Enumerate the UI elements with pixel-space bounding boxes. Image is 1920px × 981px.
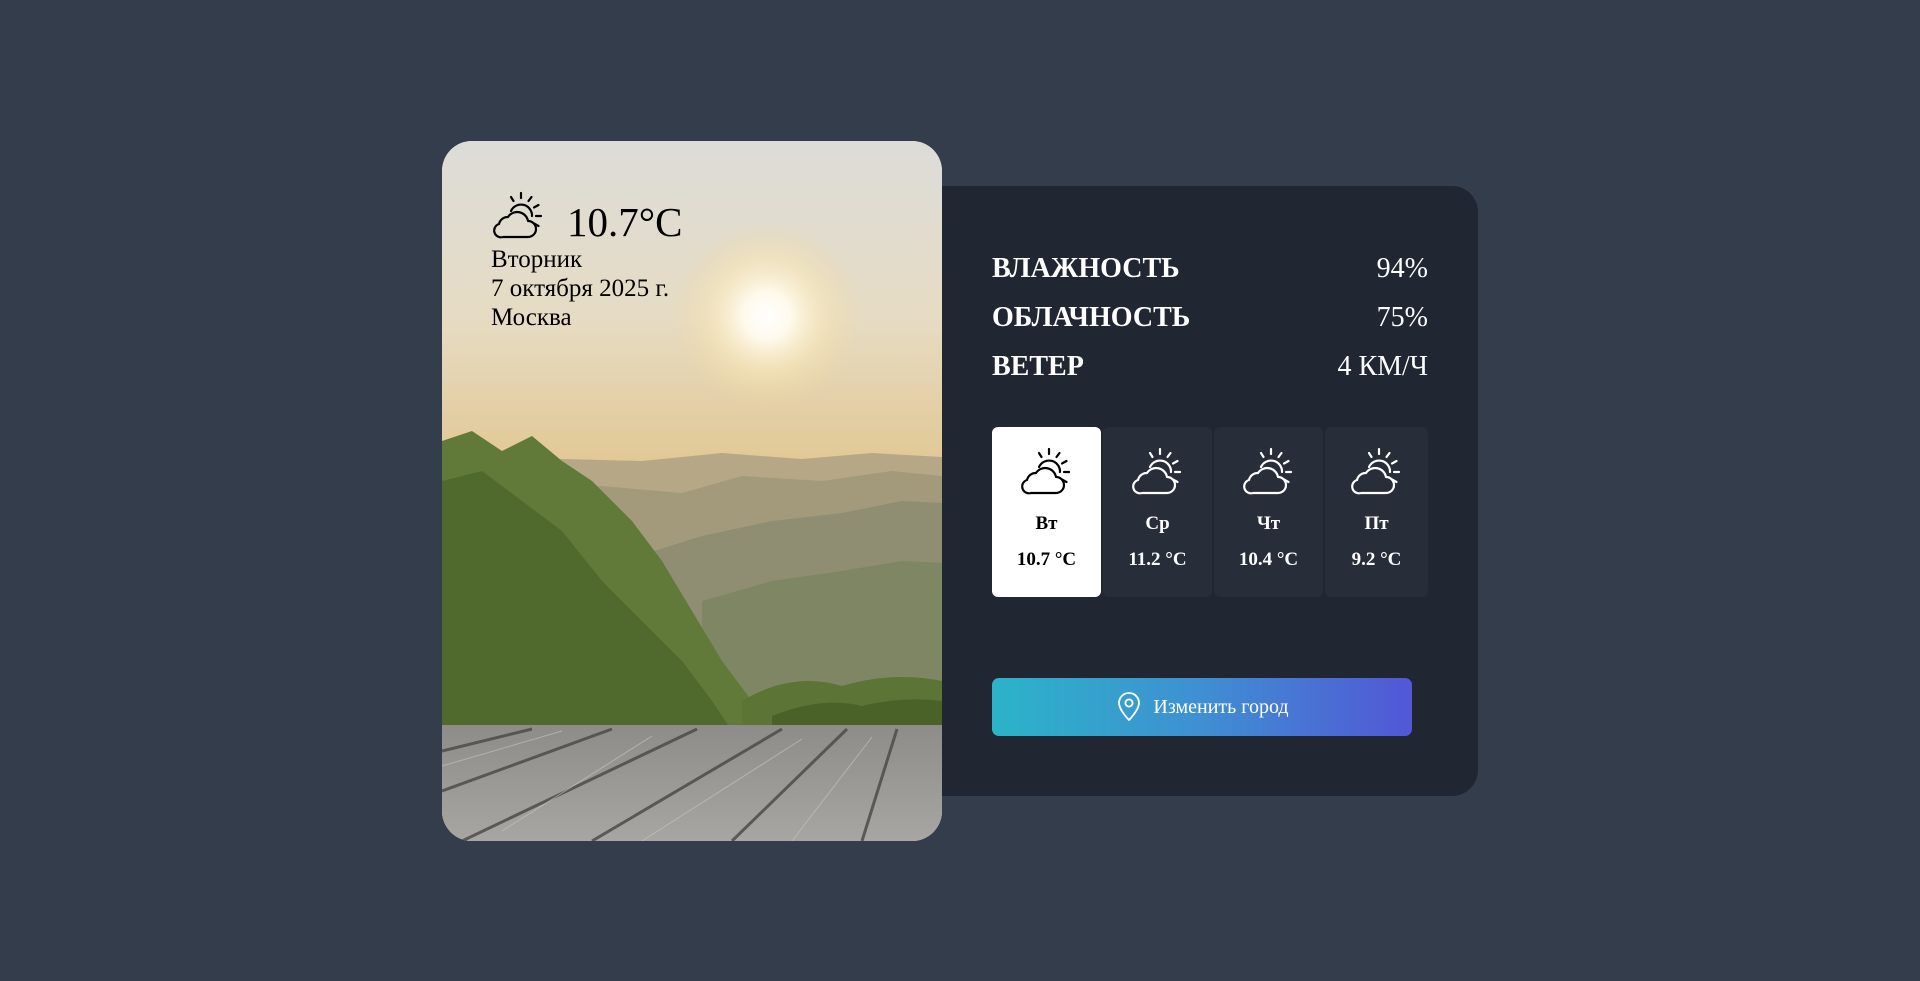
partly-cloudy-icon [1241, 445, 1297, 501]
current-date: 7 октября 2025 г. [491, 275, 670, 302]
forecast-day-thursday[interactable]: Чт 10.4 °C [1214, 427, 1323, 597]
forecast-day-name: Вт [1035, 513, 1058, 534]
current-weather-info: 10.7°C Вторник 7 октября 2025 г. Москва [491, 189, 683, 332]
partly-cloudy-icon [491, 189, 547, 245]
forecast-day-friday[interactable]: Пт 9.2 °C [1325, 427, 1428, 597]
change-city-label: Изменить город [1153, 695, 1289, 718]
weather-details-panel: ВЛАЖНОСТЬ 94% ОБЛАЧНОСТЬ 75% ВЕТЕР 4 КМ/… [942, 186, 1478, 796]
weather-app: 10.7°C Вторник 7 октября 2025 г. Москва … [0, 0, 1920, 981]
forecast-days: Вт 10.7 °C Ср 11.2 °C Чт 10.4 °C Пт 9.2 … [992, 427, 1428, 597]
stat-value: 4 КМ/Ч [1337, 350, 1428, 382]
forecast-day-tuesday[interactable]: Вт 10.7 °C [992, 427, 1101, 597]
partly-cloudy-icon [1130, 445, 1186, 501]
partly-cloudy-icon [1019, 445, 1075, 501]
forecast-day-name: Чт [1256, 513, 1281, 534]
weather-stats: ВЛАЖНОСТЬ 94% ОБЛАЧНОСТЬ 75% ВЕТЕР 4 КМ/… [992, 244, 1428, 391]
forecast-day-wednesday[interactable]: Ср 11.2 °C [1103, 427, 1212, 597]
partly-cloudy-icon [1349, 445, 1405, 501]
forecast-day-temp: 11.2 °C [1128, 549, 1187, 570]
current-day: Вторник [491, 246, 583, 273]
forecast-day-name: Пт [1364, 513, 1389, 534]
current-city: Москва [491, 304, 572, 331]
forecast-day-temp: 9.2 °C [1351, 549, 1402, 570]
stat-wind: ВЕТЕР 4 КМ/Ч [992, 342, 1428, 391]
stat-value: 75% [1376, 301, 1428, 333]
stat-label: ОБЛАЧНОСТЬ [992, 301, 1191, 333]
current-weather-card: 10.7°C Вторник 7 октября 2025 г. Москва [442, 141, 942, 841]
stat-label: ВЕТЕР [992, 350, 1084, 382]
current-temperature: 10.7°C [567, 199, 683, 245]
forecast-day-temp: 10.7 °C [1016, 549, 1077, 570]
forecast-day-name: Ср [1145, 513, 1170, 534]
stat-humidity: ВЛАЖНОСТЬ 94% [992, 244, 1428, 293]
change-city-button[interactable]: Изменить город [992, 678, 1412, 736]
forecast-day-temp: 10.4 °C [1238, 549, 1299, 570]
stat-cloudiness: ОБЛАЧНОСТЬ 75% [992, 293, 1428, 342]
location-pin-icon [1118, 692, 1141, 721]
stat-label: ВЛАЖНОСТЬ [992, 252, 1180, 284]
stat-value: 94% [1376, 252, 1428, 284]
